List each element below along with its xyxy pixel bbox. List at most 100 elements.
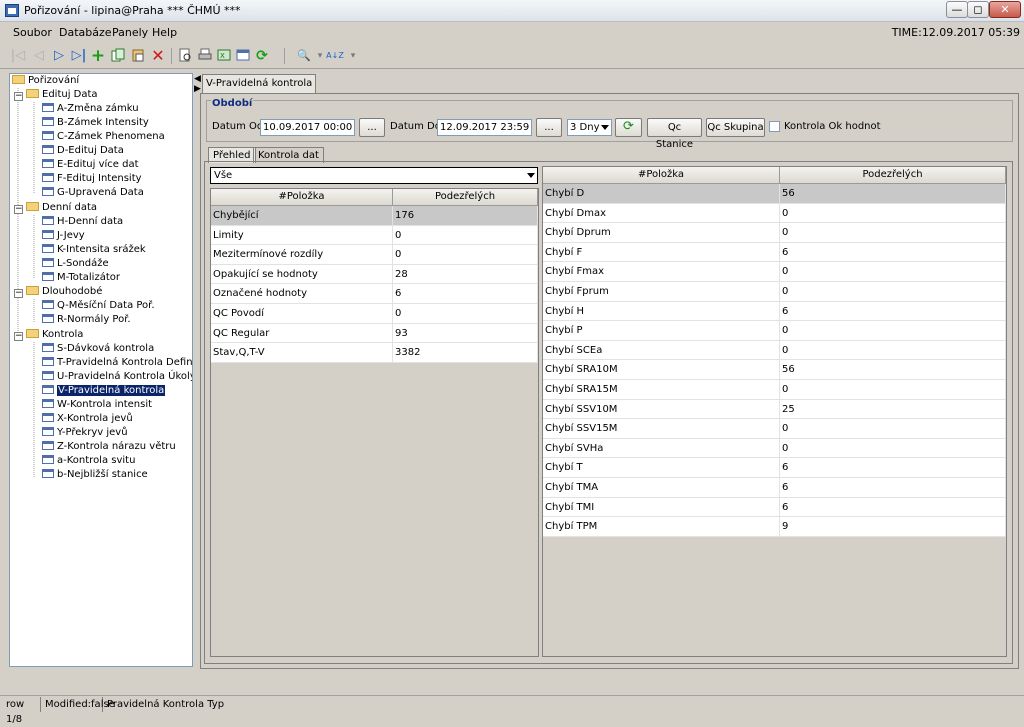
tree-item-selected[interactable]: V-Pravidelná kontrola — [42, 384, 166, 398]
copy-icon[interactable] — [110, 48, 126, 64]
table-row[interactable]: Chybí SSV15M 0 — [543, 419, 1006, 439]
collapse-icon[interactable]: − — [14, 289, 23, 298]
tree-item[interactable]: X-Kontrola jevů — [42, 412, 133, 426]
menu-panely[interactable]: Panely — [112, 26, 148, 39]
column-header-suspicious[interactable]: Podezřelých — [393, 189, 538, 206]
menu-soubor[interactable]: Soubor — [13, 26, 52, 39]
print-icon[interactable] — [197, 48, 213, 64]
last-icon[interactable]: ▷| — [71, 48, 87, 64]
add-icon[interactable]: + — [90, 48, 106, 65]
tree-item[interactable]: L-Sondáže — [42, 257, 109, 271]
previous-icon[interactable]: ◁ — [31, 48, 47, 64]
window-icon[interactable] — [235, 48, 251, 64]
tree-item[interactable]: Y-Překryv jevů — [42, 426, 128, 440]
tree-item[interactable]: W-Kontrola intensit — [42, 398, 152, 412]
table-row[interactable]: Chybí TMA 6 — [543, 478, 1006, 498]
minimize-button[interactable]: — — [946, 1, 968, 18]
tree-item[interactable]: U-Pravidelná Kontrola Úkoly — [42, 370, 192, 384]
table-row[interactable]: Chybí SVHa 0 — [543, 438, 1006, 459]
next-icon[interactable]: ▷ — [51, 48, 67, 64]
search-icon[interactable]: 🔍 — [296, 48, 312, 64]
table-row[interactable]: Chybí T6 — [543, 458, 1006, 478]
table-row[interactable]: Chybí D 56 — [543, 184, 1006, 204]
sort-dropdown-icon[interactable]: ▾ — [345, 48, 361, 64]
menu-help[interactable]: Help — [152, 26, 177, 39]
tree-group-denni-data[interactable]: Denní data — [26, 201, 97, 215]
tree-root[interactable]: Pořizování — [12, 74, 79, 88]
delete-icon[interactable]: ✕ — [150, 48, 166, 64]
first-icon[interactable]: |◁ — [10, 48, 26, 64]
table-row[interactable]: Mezitermínové rozdíly 0 — [211, 245, 538, 265]
summary-table: #Položka Podezřelých Chybějící 176 Limity 0… — [210, 188, 539, 657]
range-select[interactable]: 3 Dny — [567, 119, 612, 136]
tree-item[interactable]: J-Jevy — [42, 229, 85, 243]
refresh-icon[interactable]: ⟳ — [254, 48, 270, 64]
table-row[interactable]: Chybí H6 — [543, 301, 1006, 322]
table-row[interactable]: QC Regular 93 — [211, 323, 538, 344]
table-row[interactable]: Chybí SCEa 0 — [543, 340, 1006, 361]
sort-icon[interactable]: A↓Z — [325, 48, 345, 64]
export-icon[interactable]: X — [216, 48, 232, 64]
paste-icon[interactable] — [130, 48, 146, 64]
refresh-period-button[interactable]: ⟳ — [615, 118, 642, 137]
table-row[interactable]: Chybí SRA10M 56 — [543, 360, 1006, 380]
table-row[interactable]: Chybí TPM 9 — [543, 517, 1006, 537]
tree-group-dlouhodobe[interactable]: Dlouhodobé — [26, 285, 102, 299]
date-to-field[interactable]: 12.09.2017 23:59 — [437, 119, 532, 136]
table-row[interactable]: Chybějící 176 — [211, 206, 538, 226]
column-header-suspicious[interactable]: Podezřelých — [780, 167, 1006, 184]
tree-item[interactable]: H-Denní data — [42, 215, 123, 229]
date-from-field[interactable]: 10.09.2017 00:00 — [260, 119, 355, 136]
tree-item[interactable]: S-Dávková kontrola — [42, 342, 154, 356]
tree-item[interactable]: D-Edituj Data — [42, 144, 124, 158]
tree-item[interactable]: E-Edituj více dat — [42, 158, 139, 172]
tree-group-edituj-data[interactable]: Edituj Data — [26, 88, 98, 102]
table-row[interactable]: Chybí Dprum 0 — [543, 223, 1006, 243]
table-row[interactable]: Chybí F6 — [543, 242, 1006, 263]
tree-item[interactable]: K-Intensita srážek — [42, 243, 146, 257]
print-preview-icon[interactable] — [177, 48, 193, 64]
table-row[interactable]: Chybí Fprum 0 — [543, 282, 1006, 302]
tree-item[interactable]: G-Upravená Data — [42, 186, 144, 200]
menu-databaze[interactable]: Databáze — [59, 26, 112, 39]
tree-item[interactable]: B-Zámek Intensity — [42, 116, 149, 130]
qc-group-button[interactable]: Qc Skupina — [706, 118, 765, 137]
qc-station-button[interactable]: Qc Stanice — [647, 118, 702, 150]
column-header-item[interactable]: #Položka — [543, 167, 780, 184]
ok-values-checkbox[interactable] — [769, 121, 780, 132]
collapse-icon[interactable]: − — [14, 332, 23, 341]
tree-item[interactable]: A-Změna zámku — [42, 102, 139, 116]
tree-item[interactable]: R-Normály Poř. — [42, 313, 131, 327]
tree-item[interactable]: C-Zámek Phenomena — [42, 130, 165, 144]
navigation-tree[interactable]: Pořizování − Edituj Data A-Změna zámku B… — [9, 73, 193, 667]
table-row[interactable]: Chybí Dmax 0 — [543, 203, 1006, 224]
table-row[interactable]: Chybí P0 — [543, 321, 1006, 341]
filter-select[interactable]: Vše — [210, 167, 538, 184]
table-row[interactable]: Označené hodnoty 6 — [211, 284, 538, 304]
table-row[interactable]: Chybí Fmax 0 — [543, 262, 1006, 282]
tree-item[interactable]: Q-Měsíční Data Poř. — [42, 299, 155, 313]
close-button[interactable]: ✕ — [989, 1, 1021, 18]
collapse-icon[interactable]: − — [14, 92, 23, 101]
table-row[interactable]: Chybí TMI 6 — [543, 497, 1006, 518]
tree-item[interactable]: b-Nejbližší stanice — [42, 468, 148, 482]
table-row[interactable]: Limity 0 — [211, 225, 538, 246]
tree-item[interactable]: Z-Kontrola nárazu větru — [42, 440, 176, 454]
column-header-item[interactable]: #Položka — [211, 189, 393, 206]
date-to-browse-button[interactable]: ... — [536, 118, 562, 137]
collapse-icon[interactable]: − — [14, 205, 23, 214]
table-row[interactable]: Opakující se hodnoty 28 — [211, 264, 538, 285]
tree-item[interactable]: T-Pravidelná Kontrola Definice — [42, 356, 192, 370]
table-row[interactable]: QC Povodí 0 — [211, 304, 538, 324]
table-row[interactable]: Chybí SSV10M 25 — [543, 399, 1006, 420]
tree-item[interactable]: F-Edituj Intensity — [42, 172, 142, 186]
tree-group-kontrola[interactable]: Kontrola — [26, 328, 83, 342]
tab-v-pravidelna-kontrola[interactable]: V-Pravidelná kontrola — [202, 74, 317, 93]
tree-item[interactable]: M-Totalizátor — [42, 271, 120, 285]
table-row[interactable]: Chybí SRA15M 0 — [543, 380, 1006, 400]
folder-icon — [12, 75, 25, 84]
table-row[interactable]: Stav,Q,T-V 3382 — [211, 343, 538, 363]
date-from-browse-button[interactable]: ... — [359, 118, 385, 137]
maximize-button[interactable]: ◻ — [967, 1, 989, 18]
tree-item[interactable]: a-Kontrola svitu — [42, 454, 135, 468]
